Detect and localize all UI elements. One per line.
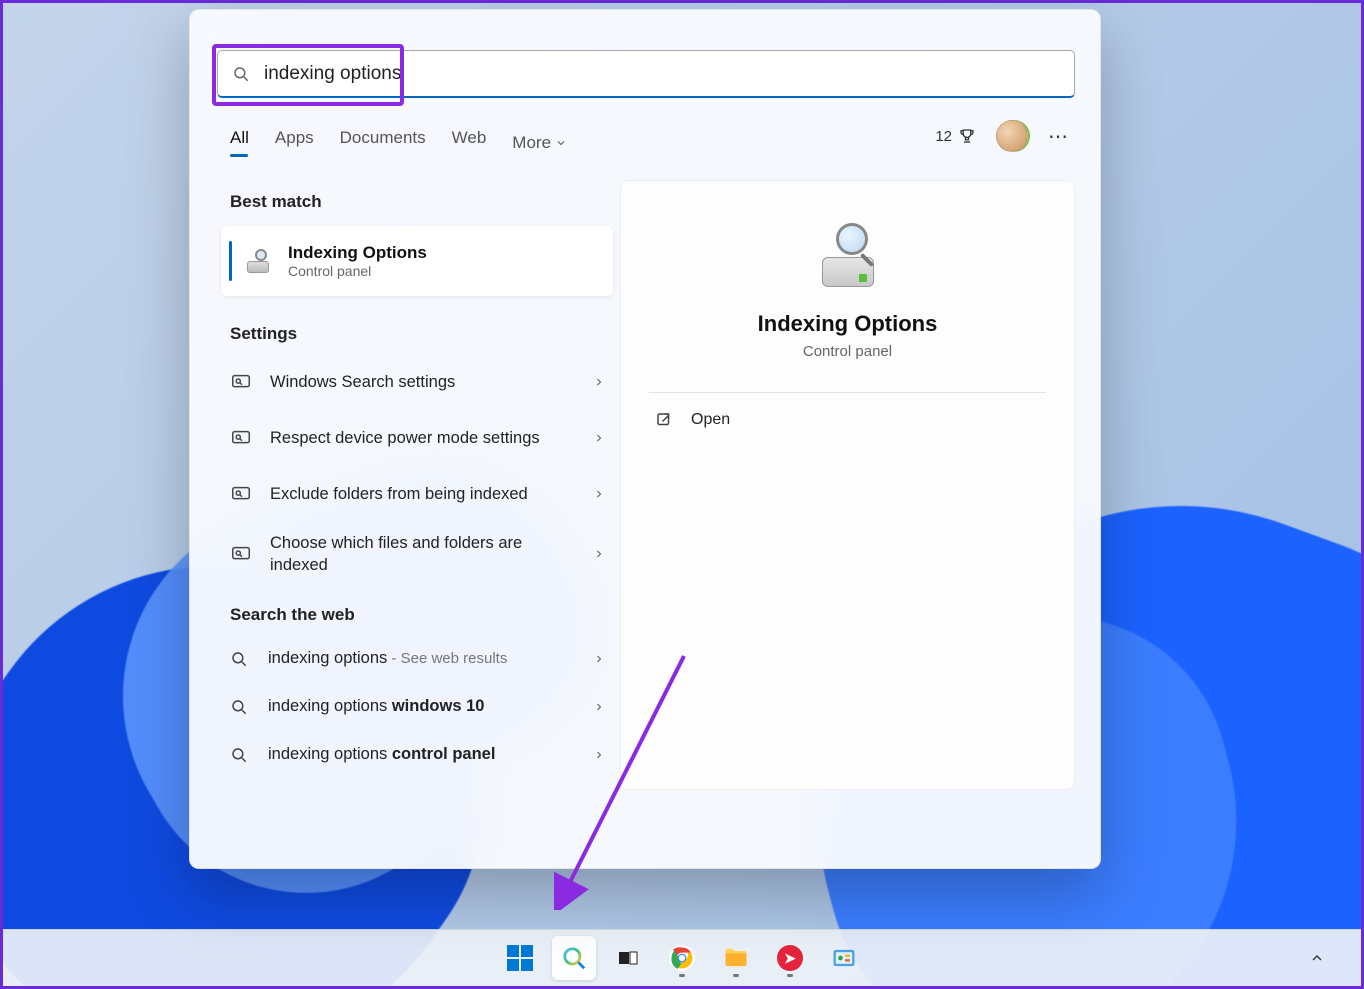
preview-title: Indexing Options: [649, 311, 1046, 337]
folder-icon: [722, 944, 750, 972]
chevron-right-icon: [593, 749, 605, 761]
tab-web[interactable]: Web: [452, 128, 487, 167]
settings-item-power-mode[interactable]: Respect device power mode settings: [230, 410, 605, 466]
section-best-match: Best match: [230, 192, 610, 212]
taskbar-search-button[interactable]: [552, 936, 596, 980]
tab-documents[interactable]: Documents: [340, 128, 426, 167]
settings-item-exclude-folders[interactable]: Exclude folders from being indexed: [230, 466, 605, 522]
rewards-points: 12: [935, 128, 952, 145]
chevron-right-icon: [593, 701, 605, 713]
settings-item-windows-search[interactable]: Windows Search settings: [230, 354, 605, 410]
web-result-generic[interactable]: indexing options - See web results: [230, 635, 605, 683]
chevron-right-icon: [593, 548, 605, 560]
section-settings: Settings: [230, 324, 610, 344]
best-match-title: Indexing Options: [288, 243, 427, 263]
tab-apps[interactable]: Apps: [275, 128, 314, 167]
open-action[interactable]: Open: [649, 393, 1046, 447]
best-match-result[interactable]: Indexing Options Control panel: [221, 226, 613, 296]
control-panel-button[interactable]: [822, 936, 866, 980]
settings-icon: [230, 543, 252, 565]
search-icon: [230, 698, 248, 716]
search-icon: [230, 746, 248, 764]
search-icon: [561, 945, 587, 971]
chevron-right-icon: [593, 376, 605, 388]
settings-icon: [230, 427, 252, 449]
rewards-button[interactable]: 12: [935, 127, 976, 145]
indexing-options-large-icon: [808, 223, 888, 293]
settings-icon: [230, 371, 252, 393]
preview-subtitle: Control panel: [649, 343, 1046, 360]
settings-item-choose-files[interactable]: Choose which files and folders are index…: [230, 522, 605, 587]
result-preview-pane: Indexing Options Control panel Open: [620, 180, 1075, 790]
filter-tabs: All Apps Documents Web More: [230, 128, 567, 167]
web-result-control-panel[interactable]: indexing options control panel: [230, 731, 605, 779]
file-explorer-button[interactable]: [714, 936, 758, 980]
tab-all[interactable]: All: [230, 128, 249, 167]
chevron-up-icon: [1309, 950, 1325, 966]
app-icon: ➤: [777, 945, 803, 971]
chevron-down-icon: [555, 137, 567, 149]
open-label: Open: [691, 411, 730, 429]
user-avatar[interactable]: [996, 120, 1028, 152]
search-icon: [230, 650, 248, 668]
task-view-button[interactable]: [606, 936, 650, 980]
best-match-subtitle: Control panel: [288, 263, 427, 279]
more-options-button[interactable]: ⋯: [1048, 124, 1070, 149]
start-button[interactable]: [498, 936, 542, 980]
annotation-highlight: [212, 44, 404, 106]
show-hidden-icons[interactable]: [1303, 944, 1331, 972]
chrome-button[interactable]: [660, 936, 704, 980]
taskbar: ➤: [3, 929, 1361, 986]
chevron-right-icon: [593, 653, 605, 665]
control-panel-icon: [830, 944, 858, 972]
chevron-right-icon: [593, 432, 605, 444]
section-search-web: Search the web: [230, 605, 610, 625]
indexing-options-icon: [244, 246, 274, 276]
settings-icon: [230, 483, 252, 505]
trophy-icon: [958, 127, 976, 145]
search-flyout: All Apps Documents Web More 12 ⋯ Best ma…: [189, 9, 1101, 869]
chevron-right-icon: [593, 488, 605, 500]
web-result-windows10[interactable]: indexing options windows 10: [230, 683, 605, 731]
tab-more[interactable]: More: [512, 128, 567, 167]
open-icon: [655, 411, 673, 429]
windows-logo-icon: [507, 945, 533, 971]
task-view-icon: [616, 946, 640, 970]
app-pinned-1[interactable]: ➤: [768, 936, 812, 980]
chrome-icon: [668, 944, 696, 972]
